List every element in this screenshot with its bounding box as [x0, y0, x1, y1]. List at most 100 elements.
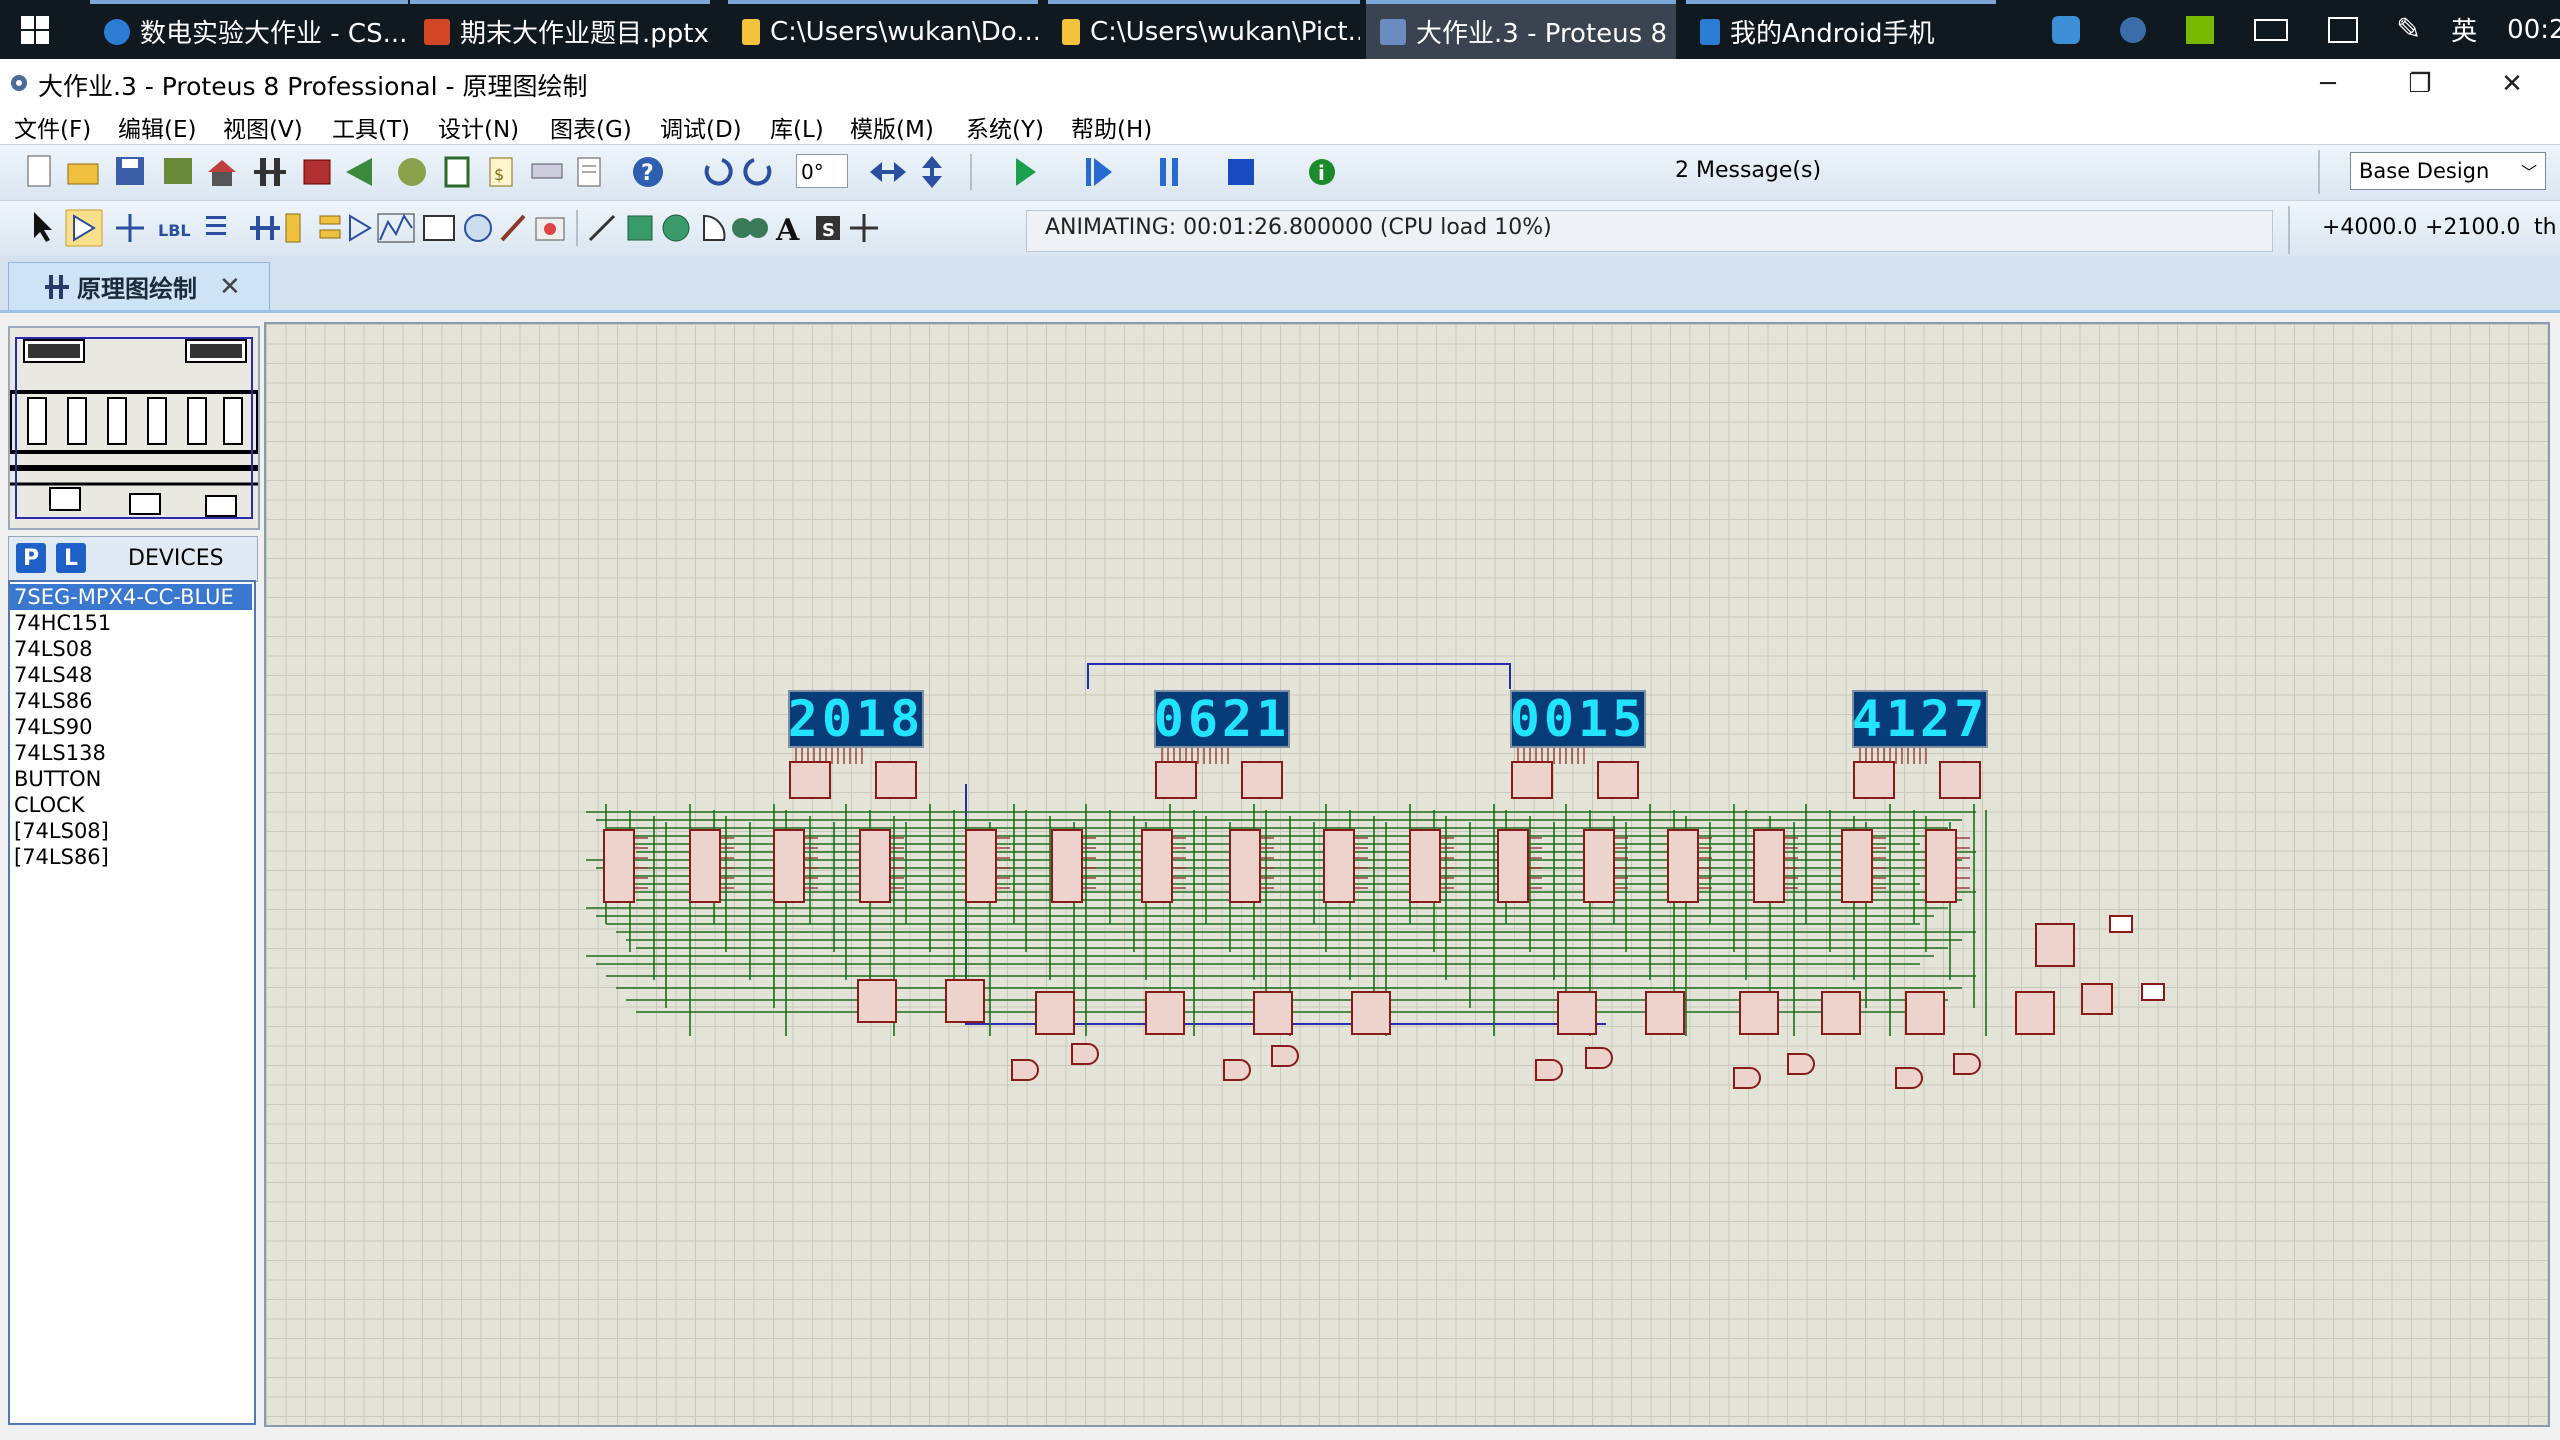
- taskbar-item-explorer-pictures[interactable]: C:\Users\wukan\Pict...: [1048, 0, 1360, 59]
- menu-edit[interactable]: 编辑(E): [118, 110, 196, 144]
- list-item[interactable]: BUTTON: [14, 766, 101, 792]
- counter-chip: [859, 829, 891, 903]
- list-item[interactable]: 74LS138: [14, 740, 106, 766]
- network-icon[interactable]: [2328, 16, 2358, 43]
- seven-segment-display-1[interactable]: 2018: [788, 690, 924, 748]
- logic-chip: [1645, 991, 1685, 1035]
- list-item[interactable]: 74LS08: [14, 636, 92, 662]
- battery-icon[interactable]: [2254, 18, 2288, 41]
- menu-file[interactable]: 文件(F): [14, 110, 91, 144]
- menu-view[interactable]: 视图(V): [223, 110, 303, 144]
- bom-icon[interactable]: $: [489, 157, 513, 187]
- pcb-icon[interactable]: [303, 159, 331, 185]
- line-tool-icon[interactable]: [588, 214, 616, 242]
- messages-count[interactable]: 2 Message(s): [1675, 158, 1821, 183]
- gerber-icon[interactable]: [398, 158, 426, 186]
- bus-mode-icon[interactable]: [250, 216, 280, 240]
- save-icon[interactable]: [116, 157, 144, 185]
- path-tool-icon[interactable]: [732, 218, 768, 238]
- tape-recorder-icon[interactable]: [423, 215, 455, 241]
- pick-devices-button[interactable]: P: [16, 543, 46, 573]
- menu-template[interactable]: 模版(M): [850, 110, 934, 144]
- menu-help[interactable]: 帮助(H): [1071, 110, 1152, 144]
- library-manager-button[interactable]: L: [56, 543, 86, 573]
- list-item[interactable]: CLOCK: [14, 792, 85, 818]
- minimize-button[interactable]: ─: [2282, 62, 2374, 106]
- component-mode-icon[interactable]: [65, 209, 103, 247]
- list-item[interactable]: 74LS48: [14, 662, 92, 688]
- step-button-icon[interactable]: [1086, 158, 1112, 186]
- rotate-anticlockwise-icon[interactable]: [743, 158, 772, 186]
- close-window-button[interactable]: ✕: [2466, 62, 2558, 106]
- mirror-horizontal-icon[interactable]: [870, 162, 906, 182]
- mirror-vertical-icon[interactable]: [922, 156, 942, 188]
- circle-tool-icon[interactable]: [662, 214, 690, 242]
- menu-graph[interactable]: 图表(G): [550, 110, 632, 144]
- taskbar-item-proteus[interactable]: 大作业.3 - Proteus 8 ...: [1366, 0, 1676, 59]
- schematic-canvas[interactable]: 2018 0621 0015 4127: [264, 322, 2550, 1427]
- nvidia-icon[interactable]: [2186, 15, 2214, 44]
- seven-segment-display-3[interactable]: 0015: [1510, 690, 1646, 748]
- play-button-icon[interactable]: [1016, 158, 1036, 186]
- list-item[interactable]: 74LS86: [14, 688, 92, 714]
- symbol-tool-icon[interactable]: S: [816, 216, 840, 241]
- menu-design[interactable]: 设计(N): [438, 110, 519, 144]
- new-file-icon[interactable]: [27, 155, 51, 187]
- taskbar-item-android-phone[interactable]: 我的Android手机: [1686, 0, 1996, 59]
- list-item[interactable]: 74HC151: [14, 610, 111, 636]
- menu-library[interactable]: 库(L): [770, 110, 824, 144]
- marker-tool-icon[interactable]: [850, 214, 878, 242]
- list-item[interactable]: [74LS86]: [14, 844, 109, 870]
- overview-window[interactable]: [8, 326, 260, 530]
- taskbar-item-edge[interactable]: 数电实验大作业 - CS...: [90, 0, 408, 59]
- box-tool-icon[interactable]: [627, 215, 653, 241]
- text-tool-icon[interactable]: A: [775, 213, 800, 248]
- design-explorer-icon[interactable]: [444, 156, 470, 188]
- pause-button-icon[interactable]: [1160, 158, 1178, 186]
- bluetooth-icon[interactable]: [2120, 16, 2146, 43]
- graph-mode-icon[interactable]: [377, 213, 415, 243]
- voltage-probe-icon[interactable]: [500, 214, 526, 242]
- list-item[interactable]: [74LS08]: [14, 818, 109, 844]
- pen-icon[interactable]: ✎: [2396, 12, 2421, 47]
- menu-debug[interactable]: 调试(D): [660, 110, 742, 144]
- taskbar-item-explorer-documents[interactable]: C:\Users\wukan\Do...: [728, 0, 1038, 59]
- taskbar-clock[interactable]: 00:25: [2507, 15, 2560, 45]
- info-icon[interactable]: i: [1309, 159, 1335, 185]
- menu-system[interactable]: 系统(Y): [966, 110, 1044, 144]
- ime-indicator[interactable]: 英: [2451, 11, 2477, 48]
- start-button[interactable]: [0, 0, 70, 59]
- terminals-mode-icon[interactable]: [319, 215, 341, 239]
- maximize-button[interactable]: ❐: [2374, 62, 2466, 106]
- sync-icon[interactable]: [2052, 15, 2080, 44]
- rotation-angle-input[interactable]: 0°: [796, 154, 848, 188]
- rotate-clockwise-icon[interactable]: [704, 158, 733, 186]
- taskbar-item-powerpoint[interactable]: 期末大作业题目.pptx ...: [410, 0, 710, 59]
- generator-mode-icon[interactable]: [464, 214, 492, 242]
- device-pins-icon[interactable]: [349, 214, 372, 242]
- home-icon[interactable]: [208, 160, 236, 186]
- subcircuit-mode-icon[interactable]: [285, 213, 301, 243]
- list-item[interactable]: 74LS90: [14, 714, 92, 740]
- text-script-icon[interactable]: [206, 216, 226, 235]
- list-item[interactable]: 7SEG-MPX4-CC-BLUE: [10, 584, 252, 610]
- selection-mode-icon[interactable]: [34, 212, 52, 242]
- import-icon[interactable]: [164, 158, 192, 184]
- wire-label-icon[interactable]: LBL: [158, 221, 191, 240]
- arc-tool-icon[interactable]: [703, 214, 726, 241]
- stop-button-icon[interactable]: [1228, 159, 1254, 185]
- junction-mode-icon[interactable]: [116, 214, 144, 242]
- schematic-icon[interactable]: [254, 158, 286, 186]
- 3d-view-icon[interactable]: [346, 158, 372, 186]
- seven-segment-display-4[interactable]: 4127: [1852, 690, 1988, 748]
- open-folder-icon[interactable]: [67, 163, 99, 185]
- tab-schematic-capture[interactable]: 原理图绘制 ✕: [8, 262, 270, 310]
- source-code-icon[interactable]: [531, 163, 563, 179]
- notes-icon[interactable]: [577, 157, 601, 187]
- virtual-instruments-icon[interactable]: [535, 217, 565, 241]
- tab-close-icon[interactable]: ✕: [219, 272, 241, 302]
- design-select-dropdown[interactable]: Base Design ﹀: [2350, 152, 2546, 190]
- help-icon[interactable]: ?: [633, 157, 663, 187]
- seven-segment-display-2[interactable]: 0621: [1154, 690, 1290, 748]
- menu-tools[interactable]: 工具(T): [332, 110, 410, 144]
